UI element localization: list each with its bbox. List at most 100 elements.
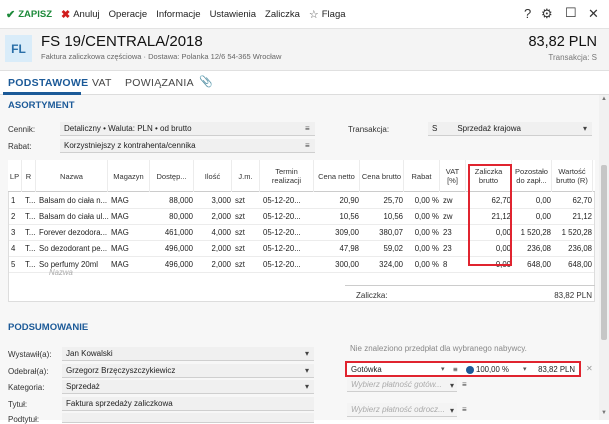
chevron-down-icon[interactable]: ▾ [305, 349, 309, 358]
flag-button[interactable]: ☆ Flaga [309, 8, 346, 21]
close-window-icon[interactable]: ✕ [588, 6, 599, 22]
transaction-code-value: S [432, 124, 438, 133]
discount-label: Rabat: [8, 142, 32, 151]
discount-field[interactable]: Korzystniejszy z kontrahenta/cennika [60, 139, 315, 153]
cell-net-price: 309,00 [335, 228, 359, 237]
chevron-down-icon[interactable]: ▾ [439, 363, 447, 379]
payment-amount[interactable]: 83,82 PLN [536, 363, 577, 379]
col-header-discount[interactable]: Rabat [404, 160, 440, 192]
payment-percent-field[interactable]: 100,00 % [464, 363, 511, 379]
cell-remaining: 0,00 [535, 196, 551, 205]
menu-icon[interactable]: ≡ [305, 141, 310, 150]
save-button[interactable]: ✔ ZAPISZ [6, 8, 52, 21]
col-header-gross-price[interactable]: Cena brutto [360, 160, 404, 192]
issued-field[interactable]: Jan Kowalski [62, 347, 314, 361]
cell-vat: zw [443, 196, 453, 205]
transaction-code: Transakcja: S [548, 53, 597, 62]
info-menu[interactable]: Informacje [156, 9, 200, 20]
payment-method[interactable]: Gotówka [349, 363, 384, 379]
deferred-payment-select[interactable]: Wybierz płatność odrocz... [347, 403, 457, 417]
cell-vat: zw [443, 212, 453, 221]
help-icon[interactable]: ? [524, 6, 531, 21]
col-header-remaining[interactable]: Pozostało do zapł... [512, 160, 552, 192]
cell-name: Balsam do ciała n... [39, 196, 108, 205]
cell-vat: 23 [443, 228, 452, 237]
tab-vat[interactable]: VAT [92, 77, 112, 89]
price-list-field[interactable]: Detaliczny • Waluta: PLN • od brutto [60, 122, 315, 136]
chevron-down-icon[interactable]: ▾ [583, 124, 587, 133]
col-header-warehouse[interactable]: Magazyn [108, 160, 150, 192]
col-header-available[interactable]: Dostęp... [150, 160, 194, 192]
cell-due-date: 05-12-20... [263, 244, 301, 253]
settings-menu[interactable]: Ustawienia [210, 9, 256, 20]
menu-icon[interactable]: ≡ [462, 380, 467, 389]
category-field[interactable]: Sprzedaż [62, 380, 314, 394]
no-prepayments-message: Nie znaleziono przedpłat dla wybranego n… [350, 344, 527, 353]
col-header-unit[interactable]: J.m. [232, 160, 260, 192]
menu-icon[interactable]: ≡ [305, 124, 310, 133]
received-field[interactable]: Grzegorz Brzęczyszczykiewicz [62, 364, 314, 378]
price-list-label: Cennik: [8, 125, 36, 134]
cell-available: 80,000 [169, 212, 193, 221]
cell-r: T... [25, 212, 36, 221]
menu-icon[interactable]: ≡ [462, 405, 467, 414]
tab-relations[interactable]: POWIĄZANIA [125, 77, 194, 89]
advance-menu[interactable]: Zaliczka [265, 9, 300, 20]
title-field[interactable]: Faktura sprzedaży zaliczkowa [62, 397, 314, 411]
scrollbar-thumb[interactable] [601, 165, 607, 340]
chevron-down-icon[interactable]: ▾ [450, 406, 454, 415]
col-header-gross-value[interactable]: Wartość brutto (R) [552, 160, 593, 192]
payment-row[interactable]: Gotówka ▾ ≡ 100,00 % ▾ 83,82 PLN [345, 361, 581, 377]
operations-menu[interactable]: Operacje [109, 9, 148, 20]
transaction-field[interactable]: S Sprzedaż krajowa [428, 122, 592, 136]
cash-payment-select[interactable]: Wybierz płatność gotów... [347, 378, 457, 392]
col-header-name[interactable]: Nazwa [36, 160, 108, 192]
title-label: Tytuł: [8, 400, 28, 409]
save-label: ZAPISZ [18, 8, 52, 20]
cell-name: Forever dezodora... [39, 228, 108, 237]
chevron-down-icon[interactable]: ▾ [305, 382, 309, 391]
cell-remaining: 1 520,28 [520, 228, 551, 237]
chevron-down-icon[interactable]: ▾ [521, 363, 529, 379]
cell-gross-value: 62,70 [572, 196, 592, 205]
cell-gross-value: 21,12 [572, 212, 592, 221]
cell-gross-value: 1 520,28 [561, 228, 592, 237]
attachment-icon[interactable]: 📎 [199, 75, 213, 88]
col-header-due-date[interactable]: Termin realizacji [260, 160, 314, 192]
star-icon: ☆ [308, 8, 319, 21]
cancel-button[interactable]: ✖ Anuluj [61, 8, 100, 21]
advance-total-label: Zaliczka: [356, 291, 388, 300]
col-header-quantity[interactable]: Ilość [194, 160, 232, 192]
remove-payment-icon[interactable]: ✕ [586, 364, 593, 373]
cell-quantity: 4,000 [211, 228, 231, 237]
chevron-down-icon[interactable]: ▾ [450, 381, 454, 390]
col-header-vat[interactable]: VAT [%] [440, 160, 466, 192]
col-header-net-price[interactable]: Cena netto [314, 160, 360, 192]
new-row-input[interactable]: Nazwa [47, 265, 75, 281]
scroll-up-icon[interactable]: ▲ [601, 96, 607, 102]
col-header-r[interactable]: R [22, 160, 36, 192]
title-value: Faktura sprzedaży zaliczkowa [66, 399, 173, 408]
price-list-value: Detaliczny • Waluta: PLN • od brutto [64, 124, 192, 133]
scroll-down-icon[interactable]: ▼ [601, 410, 607, 416]
discount-value: Korzystniejszy z kontrahenta/cennika [64, 141, 196, 150]
issued-label: Wystawił(a): [8, 350, 52, 359]
flag-label: Flaga [321, 8, 346, 20]
menu-icon[interactable]: ≡ [451, 363, 460, 379]
new-row[interactable]: Nazwa [9, 265, 594, 281]
received-value: Grzegorz Brzęczyszczykiewicz [66, 366, 176, 375]
col-header-lp[interactable]: LP [8, 160, 22, 192]
chevron-down-icon[interactable]: ▾ [305, 366, 309, 375]
page-title: FS 19/CENTRALA/2018 [41, 33, 203, 50]
subtitle-field[interactable] [62, 413, 314, 423]
cell-remaining: 0,00 [535, 212, 551, 221]
tab-basic[interactable]: PODSTAWOWE [8, 77, 88, 89]
maximize-icon[interactable]: ☐ [565, 5, 577, 21]
issued-value: Jan Kowalski [66, 349, 113, 358]
cell-lp: 3 [11, 228, 16, 237]
cell-remaining: 236,08 [527, 244, 551, 253]
cell-gross-price: 25,70 [383, 196, 403, 205]
cell-discount: 0,00 % [414, 228, 439, 237]
cell-net-price: 10,56 [339, 212, 359, 221]
gear-icon[interactable]: ⚙ [541, 6, 553, 22]
